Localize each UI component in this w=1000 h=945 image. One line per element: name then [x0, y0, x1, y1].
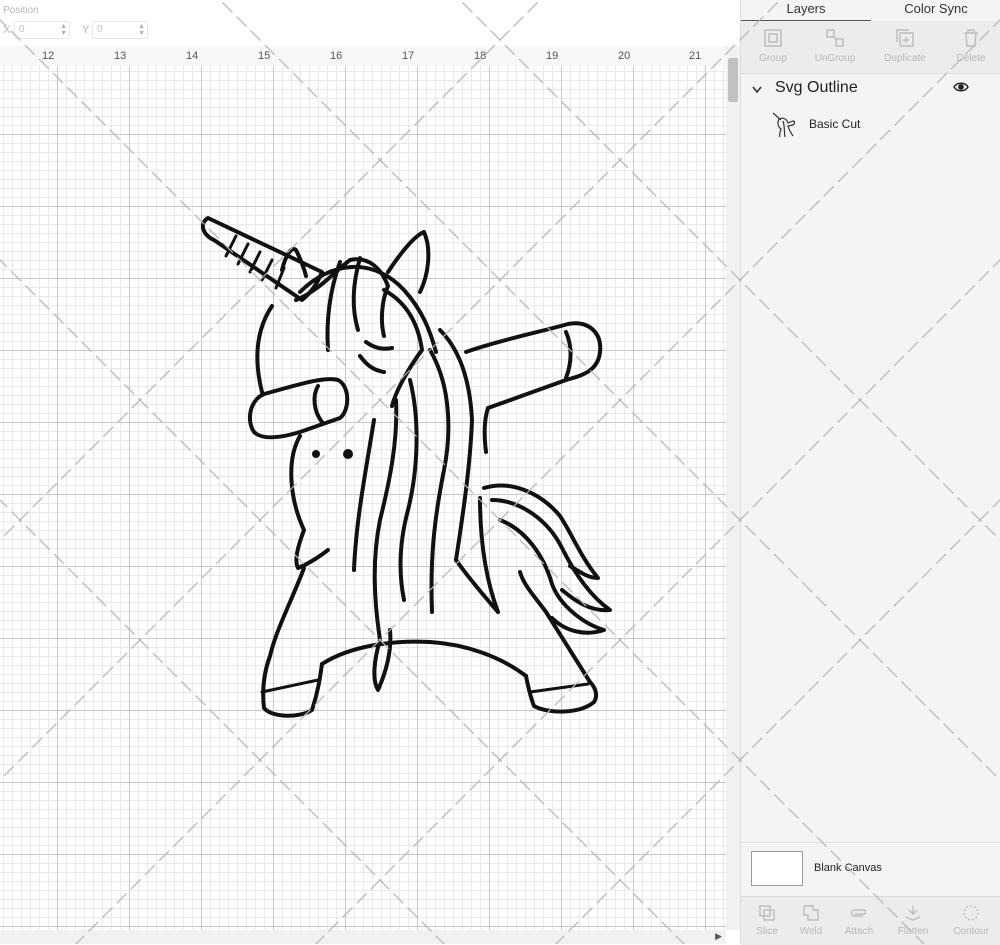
tail-curl [490, 498, 612, 613]
group-button[interactable]: Group [741, 27, 805, 64]
ruler-tick: 16 [330, 50, 343, 62]
ruler-tick: 12 [42, 50, 55, 62]
x-stepper-icon[interactable]: ▲ ▼ [60, 23, 67, 37]
y-stepper-icon[interactable]: ▲ ▼ [138, 23, 145, 37]
right-nostril [343, 449, 353, 459]
eye-lid [358, 354, 386, 374]
slice-icon [759, 905, 775, 921]
y-position-value: 0 [97, 24, 103, 35]
ruler-tick: 14 [186, 50, 199, 62]
x-position-value: 0 [19, 24, 25, 35]
scroll-right-arrow-icon[interactable]: ▶ [715, 931, 722, 942]
right-hoof-line [564, 330, 573, 380]
left-nostril [312, 450, 320, 458]
blank-canvas-swatch[interactable] [751, 851, 803, 886]
right-arm [464, 321, 603, 410]
eye-icon[interactable] [953, 81, 969, 93]
bottom-toolbar: Slice Weld Attach Flatten Contour [741, 896, 1000, 945]
horizontal-ruler: 12 13 14 15 16 17 18 19 20 21 [0, 46, 726, 67]
flatten-label: Flatten [897, 926, 929, 937]
layer-item-label: Basic Cut [809, 117, 861, 131]
layer-group-title: Svg Outline [775, 79, 858, 96]
ruler-tick: 21 [689, 50, 702, 62]
unicorn-thumbnail-icon [772, 112, 796, 138]
flatten-button[interactable]: Flatten [887, 903, 939, 937]
y-axis-label: Y [82, 24, 90, 36]
ruler-tick: 18 [474, 50, 487, 62]
layers-toolbar: Group UnGroup Duplicate Delete [741, 21, 1000, 74]
duplicate-button[interactable]: Duplicate [873, 27, 937, 64]
contour-label: Contour [953, 926, 989, 937]
x-position-input[interactable]: 0 ▲ ▼ [14, 21, 70, 39]
closed-eye [364, 340, 394, 351]
design-canvas[interactable] [0, 66, 726, 930]
x-axis-label: X [3, 24, 11, 36]
right-hoof-band [528, 682, 590, 694]
ungroup-label: UnGroup [814, 53, 856, 64]
blank-canvas-row[interactable]: Blank Canvas [741, 848, 1000, 892]
mane-long [372, 398, 399, 642]
position-bar: Position X 0 ▲ ▼ Y 0 ▲ ▼ [0, 0, 740, 46]
duplicate-label: Duplicate [884, 53, 926, 64]
attach-button[interactable]: Attach [833, 903, 885, 937]
mane-long [398, 378, 419, 602]
layers-panel: Layers Color Sync Group UnGroup Duplicat… [740, 0, 1000, 945]
ruler-tick: 17 [402, 50, 415, 62]
scroll-thumb[interactable] [728, 58, 738, 102]
unicorn-design[interactable] [0, 66, 726, 930]
weld-icon [803, 905, 819, 921]
duplicate-icon [896, 29, 914, 47]
left-hoof-line [312, 384, 324, 424]
chevron-down-icon[interactable] [751, 85, 763, 95]
ruler-tick: 13 [114, 50, 127, 62]
right-arm-inner [482, 406, 490, 454]
mane-tip [372, 628, 393, 692]
group-icon [764, 29, 782, 47]
ruler-tick: 15 [258, 50, 271, 62]
contour-button[interactable]: Contour [945, 903, 997, 937]
head-left [255, 304, 274, 394]
mane-long [438, 328, 474, 562]
weld-button[interactable]: Weld [785, 903, 837, 937]
group-label: Group [759, 53, 787, 64]
mane-long [428, 348, 451, 614]
mane-long [352, 418, 376, 572]
ungroup-button[interactable]: UnGroup [803, 27, 867, 64]
layer-item[interactable]: Basic Cut [741, 106, 1000, 142]
y-position-input[interactable]: 0 ▲ ▼ [92, 21, 148, 39]
ungroup-icon [826, 29, 844, 47]
ruler-tick: 19 [546, 50, 559, 62]
blank-canvas-label: Blank Canvas [814, 862, 882, 874]
vertical-scrollbar[interactable] [726, 46, 740, 930]
ruler-tick: 20 [618, 50, 631, 62]
left-leg [261, 566, 324, 718]
trash-icon [964, 29, 978, 47]
tab-layers[interactable]: Layers [741, 0, 871, 22]
contour-icon [963, 905, 979, 921]
delete-label: Delete [956, 53, 986, 64]
weld-label: Weld [799, 926, 823, 937]
body-left [289, 434, 330, 570]
tab-color-sync[interactable]: Color Sync [871, 0, 1000, 20]
left-arm [247, 377, 350, 440]
crotch-line [320, 639, 528, 678]
divider [741, 842, 1000, 843]
left-hoof-band [260, 678, 320, 694]
flatten-icon [905, 906, 921, 921]
paperclip-icon [851, 909, 867, 917]
delete-button[interactable]: Delete [939, 27, 1000, 64]
horizontal-scrollbar[interactable]: ▶ [0, 930, 726, 944]
attach-label: Attach [844, 926, 874, 937]
layer-group-row[interactable]: Svg Outline [741, 77, 1000, 103]
position-label: Position [3, 5, 39, 16]
